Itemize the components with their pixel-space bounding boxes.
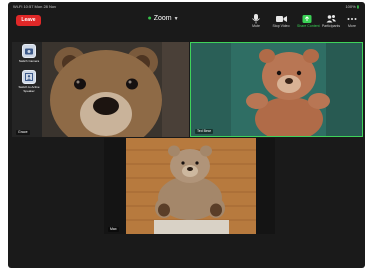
video-camera-icon [276,16,287,22]
participant-name: Max [108,227,119,232]
meeting-title-text: Zoom [153,15,172,22]
share-content-label: Share Content [297,24,320,28]
shield-icon: ● [147,15,152,22]
switch-camera-icon [22,44,36,58]
more-button[interactable]: More [342,13,362,29]
battery-percent: 100% [345,4,356,9]
active-speaker-icon [22,70,36,84]
mute-button[interactable]: Mute [246,13,266,29]
chevron-down-icon: ▼ [173,16,179,22]
video-tile-ted-bear[interactable]: Ted Bear [190,42,363,137]
status-bar: Wi-Fi 10:57 Mon 28 Nov 100% ▮ [8,2,365,11]
participants-label: Participants [321,24,341,28]
meeting-top-bar: Leave ● Zoom ▼ Mute Stop Video Share Con… [8,11,365,35]
meeting-title-group[interactable]: ● Zoom ▼ [128,14,198,24]
status-time: Wi-Fi 10:57 Mon 28 Nov [13,4,57,9]
participants-button[interactable]: Participants [321,13,341,29]
video-tile-grace[interactable]: Switch Camera Switch to Active Speaker G… [12,42,189,137]
video-feed-fluffy-bear [104,138,275,234]
active-speaker-label: Switch to Active Speaker [18,85,40,93]
meeting-title[interactable]: ● Zoom ▼ [128,14,198,24]
more-label: More [348,24,356,28]
switch-camera-button[interactable]: Switch Camera [18,44,40,63]
status-battery: 100% ▮ [345,2,359,11]
microphone-icon [252,14,260,24]
zoom-window: Wi-Fi 10:57 Mon 28 Nov 100% ▮ Leave ● Zoo… [8,2,365,268]
video-tile-max[interactable]: Max [104,138,275,234]
leave-button[interactable]: Leave [16,15,41,26]
switch-camera-label: Switch Camera [18,59,40,63]
share-screen-icon [302,15,312,23]
participant-name: Grace [16,130,30,135]
stop-video-button[interactable]: Stop Video [271,13,291,29]
stop-video-label: Stop Video [272,24,290,28]
share-content-button[interactable]: Share Content [297,13,320,29]
video-feed-ginger-bear [191,43,362,136]
mute-label: Mute [252,24,260,28]
battery-icon: ▮ [356,4,359,9]
active-speaker-button[interactable]: Switch to Active Speaker [18,70,40,93]
more-icon [347,18,357,20]
participants-icon [326,15,336,23]
participant-name: Ted Bear [195,129,214,134]
